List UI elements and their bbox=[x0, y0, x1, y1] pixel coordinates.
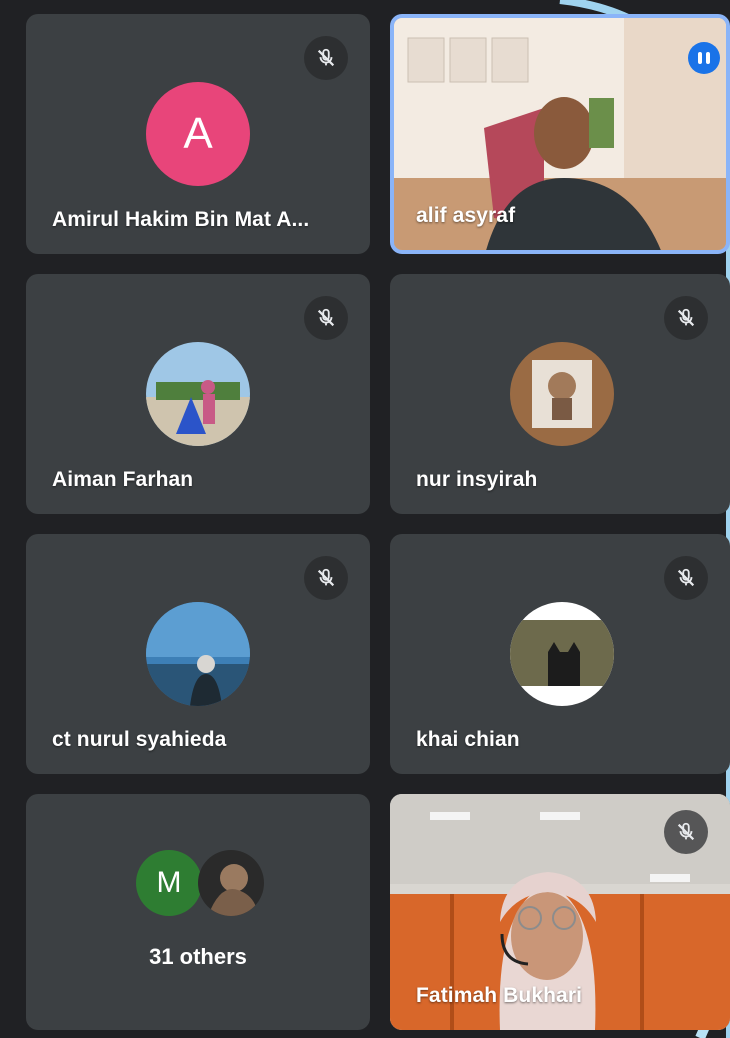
mic-off-icon bbox=[304, 296, 348, 340]
avatar bbox=[510, 602, 614, 706]
avatar bbox=[198, 850, 264, 916]
participant-name: Fatimah Bukhari bbox=[416, 984, 583, 1007]
participant-name: khai chian bbox=[416, 728, 520, 751]
others-count-label: 31 others bbox=[149, 944, 247, 969]
avatar: A bbox=[146, 82, 250, 186]
mic-off-icon bbox=[304, 556, 348, 600]
participant-name: nur insyirah bbox=[416, 468, 538, 491]
mic-off-icon bbox=[304, 36, 348, 80]
participant-tile-amirul[interactable]: A Amirul Hakim Bin Mat A... bbox=[26, 14, 370, 254]
audio-level-icon bbox=[688, 42, 720, 74]
participant-tile-khai[interactable]: khai chian bbox=[390, 534, 730, 774]
participant-tile-ct-nurul[interactable]: ct nurul syahieda bbox=[26, 534, 370, 774]
participant-name: Amirul Hakim Bin Mat A... bbox=[52, 208, 310, 231]
avatar bbox=[510, 342, 614, 446]
participant-tile-nur[interactable]: nur insyirah bbox=[390, 274, 730, 514]
mic-off-icon bbox=[664, 556, 708, 600]
mic-off-icon bbox=[664, 810, 708, 854]
avatar: M bbox=[136, 850, 202, 916]
others-tile[interactable]: M 31 others bbox=[26, 794, 370, 1030]
avatar bbox=[146, 602, 250, 706]
participant-tile-aiman[interactable]: Aiman Farhan bbox=[26, 274, 370, 514]
mic-off-icon bbox=[664, 296, 708, 340]
participant-name: alif asyraf bbox=[416, 204, 516, 227]
participant-tile-alif[interactable]: alif asyraf bbox=[390, 14, 730, 254]
participant-name: ct nurul syahieda bbox=[52, 728, 227, 751]
participant-name: Aiman Farhan bbox=[52, 468, 194, 491]
avatar bbox=[146, 342, 250, 446]
participant-tile-fatimah[interactable]: Fatimah Bukhari bbox=[390, 794, 730, 1030]
